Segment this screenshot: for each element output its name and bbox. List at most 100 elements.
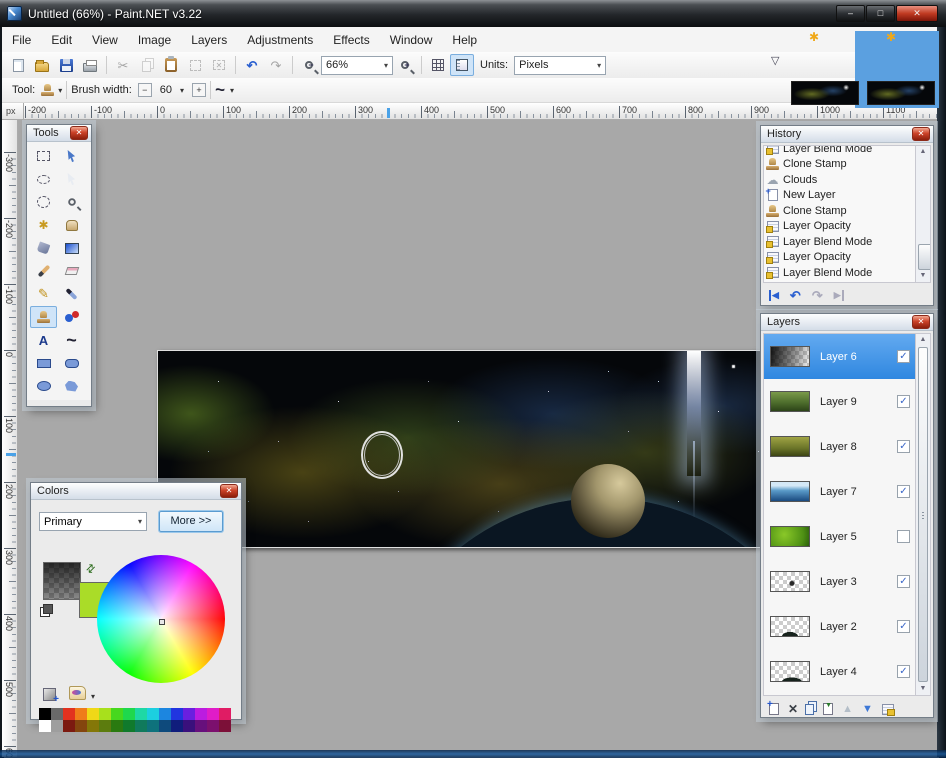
fast-forward-button[interactable]: ▶ [834, 290, 844, 301]
menu-item[interactable]: Adjustments [237, 29, 323, 51]
menu-item[interactable]: Window [380, 29, 443, 51]
color-swatch[interactable] [219, 720, 231, 732]
color-swatch[interactable] [75, 720, 87, 732]
chevron-down-icon[interactable]: ▾ [58, 86, 62, 95]
tool-button[interactable] [30, 260, 57, 282]
close-icon[interactable]: ✕ [220, 484, 238, 498]
tool-button[interactable] [30, 352, 57, 374]
layer-visibility-checkbox[interactable]: ✓ [897, 440, 910, 453]
image-tab-thumbnail[interactable] [791, 81, 859, 105]
zoom-in-button[interactable]: + [393, 54, 417, 76]
color-swatch[interactable] [63, 720, 75, 732]
layer-visibility-checkbox[interactable]: ✓ [897, 530, 910, 543]
minimize-button[interactable]: – [836, 5, 865, 22]
tool-button[interactable] [58, 260, 85, 282]
history-scrollbar[interactable]: ▲ ▼ [915, 146, 930, 282]
scroll-down-icon[interactable]: ▼ [916, 270, 930, 282]
color-swatch[interactable] [195, 720, 207, 732]
more-button[interactable]: More >> [159, 511, 223, 532]
color-swatch[interactable] [51, 708, 63, 720]
primary-color-swatch[interactable] [43, 562, 81, 600]
layers-palette-titlebar[interactable]: Layers ✕ [761, 314, 933, 331]
history-palette-titlebar[interactable]: History ✕ [761, 126, 933, 143]
color-swatch[interactable] [123, 708, 135, 720]
antialiasing-icon[interactable]: ~ [215, 85, 225, 95]
delete-layer-button[interactable]: ✕ [788, 702, 798, 716]
color-swatch[interactable] [159, 720, 171, 732]
layer-visibility-checkbox[interactable]: ✓ [897, 485, 910, 498]
maximize-button[interactable]: □ [866, 5, 895, 22]
color-swatch[interactable] [99, 720, 111, 732]
tool-button[interactable]: ✎ [30, 283, 57, 305]
ruler-toggle-button[interactable] [450, 54, 474, 76]
add-color-icon[interactable] [43, 688, 56, 701]
chevron-down-icon[interactable]: ▾ [91, 692, 95, 701]
color-wheel[interactable] [97, 555, 225, 683]
layer-visibility-checkbox[interactable]: ✓ [897, 395, 910, 408]
tool-button[interactable] [30, 375, 57, 397]
units-select[interactable]: Pixels ▾ [514, 56, 606, 75]
color-swatch[interactable] [195, 708, 207, 720]
duplicate-layer-button[interactable] [805, 704, 814, 715]
scrollbar-thumb[interactable] [918, 347, 928, 682]
scroll-down-icon[interactable]: ▼ [916, 683, 930, 695]
crop-button[interactable] [183, 54, 207, 76]
canvas[interactable] [157, 350, 817, 548]
history-item[interactable]: Layer Opacity [764, 219, 930, 235]
color-swatch[interactable] [183, 720, 195, 732]
grid-toggle-button[interactable] [426, 54, 450, 76]
color-swatch[interactable] [147, 708, 159, 720]
color-swatch[interactable] [207, 720, 219, 732]
menu-item[interactable]: Layers [181, 29, 237, 51]
menu-item[interactable]: Help [442, 29, 487, 51]
tool-button[interactable] [30, 145, 57, 167]
layers-scrollbar[interactable]: ▲ ▼ [915, 334, 930, 695]
tool-button[interactable] [58, 214, 85, 236]
undo-button[interactable]: ↶ [240, 54, 264, 76]
color-swatch[interactable] [171, 708, 183, 720]
new-file-button[interactable] [6, 54, 30, 76]
close-icon[interactable]: ✕ [912, 127, 930, 141]
layer-row[interactable]: Layer 7✓ [764, 469, 930, 514]
close-icon[interactable]: ✕ [70, 126, 88, 140]
brush-width-increase-button[interactable]: + [192, 83, 206, 97]
cut-button[interactable]: ✂ [111, 54, 135, 76]
menu-item[interactable]: View [82, 29, 128, 51]
history-item[interactable]: Clone Stamp [764, 203, 930, 219]
color-mode-select[interactable]: Primary ▾ [39, 512, 147, 531]
move-layer-down-button[interactable]: ▼ [862, 703, 873, 715]
tool-button[interactable]: ~ [58, 329, 85, 351]
history-item[interactable]: Layer Blend Mode [764, 145, 930, 157]
swap-colors-icon[interactable]: ⇄ [83, 561, 99, 577]
color-swatch[interactable] [183, 708, 195, 720]
tool-button[interactable]: ✱ [30, 214, 57, 236]
scroll-up-icon[interactable]: ▲ [920, 336, 927, 343]
tool-button[interactable] [58, 375, 85, 397]
color-swatch[interactable] [123, 720, 135, 732]
color-swatch[interactable] [159, 708, 171, 720]
layer-properties-button[interactable] [882, 704, 894, 715]
deselect-button[interactable]: ✕ [207, 54, 231, 76]
layer-row[interactable]: Layer 3✓ [764, 559, 930, 604]
color-swatch[interactable] [219, 708, 231, 720]
color-swatch[interactable] [87, 708, 99, 720]
tool-button[interactable] [30, 237, 57, 259]
color-wheel-marker[interactable] [159, 619, 165, 625]
chevron-down-icon[interactable]: ▾ [180, 86, 184, 95]
save-button[interactable] [54, 54, 78, 76]
color-swatch[interactable] [51, 720, 63, 732]
tool-button[interactable] [58, 306, 85, 328]
add-layer-button[interactable] [769, 703, 779, 715]
history-item[interactable]: ☁Clouds [764, 172, 930, 188]
layer-visibility-checkbox[interactable]: ✓ [897, 350, 910, 363]
tools-palette-titlebar[interactable]: Tools ✕ [27, 125, 91, 142]
color-swatch[interactable] [111, 720, 123, 732]
palette-menu-icon[interactable] [69, 686, 86, 700]
menu-item[interactable]: File [2, 29, 41, 51]
history-item[interactable]: New Layer [764, 188, 930, 204]
color-swatch[interactable] [87, 720, 99, 732]
color-swatch[interactable] [99, 708, 111, 720]
chevron-down-icon[interactable]: ▾ [230, 86, 234, 95]
layer-row[interactable]: Layer 4✓ [764, 649, 930, 694]
move-layer-up-button[interactable]: ▲ [842, 703, 853, 715]
